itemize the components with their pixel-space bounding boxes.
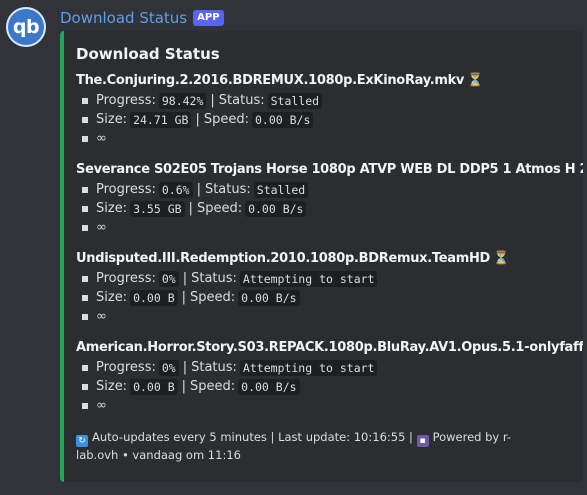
- size-value: 0.00 B: [130, 289, 178, 306]
- eta-value: ∞: [96, 131, 107, 146]
- status-label: Status:: [218, 93, 265, 108]
- separator: |: [196, 182, 201, 197]
- torrent-item: Severance S02E05 Trojans Horse 1080p ATV…: [76, 162, 583, 237]
- status-label: Status:: [191, 271, 237, 286]
- hourglass-icon: ⏳: [467, 73, 483, 88]
- bullet-icon: [82, 364, 88, 371]
- separator: |: [182, 360, 188, 375]
- torrent-name-row: The.Conjuring.2.2016.BDREMUX.1080p.ExKin…: [76, 73, 571, 88]
- progress-value: 0%: [158, 359, 179, 376]
- bullet-icon: [82, 205, 88, 212]
- size-label: Size:: [96, 201, 128, 216]
- progress-status-row: Progress: 0% | Status: Attempting to sta…: [76, 269, 571, 288]
- bullet-icon: [82, 97, 88, 104]
- hourglass-icon: ⏳: [493, 251, 509, 266]
- bullet-icon: [82, 135, 88, 142]
- progress-label: Progress:: [96, 360, 156, 375]
- torrent-name: Severance S02E05 Trojans Horse 1080p ATV…: [76, 162, 583, 177]
- status-label: Status:: [191, 360, 237, 375]
- bot-username[interactable]: Download Status: [60, 9, 187, 27]
- embed-title: Download Status: [76, 45, 220, 63]
- status-value: Attempting to start: [239, 270, 378, 287]
- bullet-icon: [82, 186, 88, 193]
- size-speed-row: Size: 0.00 B | Speed: 0.00 B/s: [76, 288, 571, 307]
- message-header: Download Status APP: [60, 7, 224, 29]
- torrent-name-row: American.Horror.Story.S03.REPACK.1080p.B…: [76, 340, 583, 355]
- progress-value: 0.6%: [158, 181, 193, 198]
- eta-row: ∞: [76, 218, 571, 237]
- eta-row: ∞: [76, 129, 571, 148]
- torrent-item: The.Conjuring.2.2016.BDREMUX.1080p.ExKin…: [76, 73, 571, 148]
- speed-label: Speed:: [203, 112, 249, 127]
- eta-value: ∞: [96, 398, 107, 413]
- bullet-icon: [82, 294, 88, 301]
- eta-row: ∞: [76, 396, 571, 415]
- separator: |: [181, 379, 187, 394]
- refresh-icon: ↻: [76, 435, 88, 447]
- status-value: Attempting to start: [239, 359, 378, 376]
- embed-footer: ↻ Auto-updates every 5 minutes | Last upd…: [76, 429, 546, 464]
- torrent-item: American.Horror.Story.S03.REPACK.1080p.B…: [76, 340, 583, 415]
- speed-label: Speed:: [190, 379, 236, 394]
- torrent-name-row: Severance S02E05 Trojans Horse 1080p ATV…: [76, 162, 583, 177]
- size-label: Size:: [96, 290, 128, 305]
- speed-label: Speed:: [196, 201, 243, 216]
- torrent-name: Undisputed.III.Redemption.2010.1080p.BDR…: [76, 251, 491, 266]
- eta-row: ∞: [76, 307, 571, 326]
- status-embed: Download Status The.Conjuring.2.2016.BDR…: [60, 31, 583, 482]
- bullet-icon: [82, 402, 88, 409]
- size-value: 3.55 GB: [130, 200, 185, 217]
- torrent-name-row: Undisputed.III.Redemption.2010.1080p.BDR…: [76, 251, 571, 266]
- separator: |: [182, 271, 188, 286]
- size-value: 0.00 B: [130, 378, 178, 395]
- size-speed-row: Size: 3.55 GB | Speed: 0.00 B/s: [76, 199, 571, 218]
- torrent-item: Undisputed.III.Redemption.2010.1080p.BDR…: [76, 251, 571, 326]
- size-label: Size:: [96, 112, 128, 127]
- size-speed-row: Size: 24.71 GB | Speed: 0.00 B/s: [76, 110, 571, 129]
- bullet-icon: [82, 383, 88, 390]
- progress-status-row: Progress: 98.42% | Status: Stalled: [76, 91, 571, 110]
- progress-label: Progress:: [96, 93, 156, 108]
- progress-value: 98.42%: [158, 92, 207, 109]
- speed-value: 0.00 B/s: [245, 200, 307, 217]
- torrent-name: The.Conjuring.2.2016.BDREMUX.1080p.ExKin…: [76, 73, 465, 88]
- speed-value: 0.00 B/s: [252, 111, 314, 128]
- eta-value: ∞: [96, 309, 107, 324]
- avatar-text: qb: [12, 16, 40, 38]
- separator: |: [210, 93, 215, 108]
- bullet-icon: [82, 116, 88, 123]
- size-value: 24.71 GB: [130, 111, 192, 128]
- eta-value: ∞: [96, 220, 107, 235]
- progress-status-row: Progress: 0% | Status: Attempting to sta…: [76, 358, 571, 377]
- status-value: Stalled: [267, 92, 323, 109]
- speed-label: Speed:: [190, 290, 236, 305]
- torrent-name: American.Horror.Story.S03.REPACK.1080p.B…: [76, 340, 583, 355]
- progress-label: Progress:: [96, 271, 156, 286]
- separator: |: [181, 290, 187, 305]
- bullet-icon: [82, 224, 88, 231]
- speed-value: 0.00 B/s: [238, 289, 300, 306]
- progress-value: 0%: [158, 270, 179, 287]
- separator: |: [195, 112, 200, 127]
- speed-value: 0.00 B/s: [238, 378, 300, 395]
- bot-avatar[interactable]: qb: [6, 7, 46, 47]
- bullet-icon: [82, 313, 88, 320]
- size-speed-row: Size: 0.00 B | Speed: 0.00 B/s: [76, 377, 571, 396]
- discord-message: qb Download Status APP Download Status T…: [0, 0, 587, 495]
- status-label: Status:: [204, 182, 251, 197]
- app-badge: APP: [193, 10, 224, 26]
- status-value: Stalled: [253, 181, 309, 198]
- size-label: Size:: [96, 379, 128, 394]
- progress-label: Progress:: [96, 182, 156, 197]
- floppy-disk-icon: ▪: [416, 435, 429, 447]
- progress-status-row: Progress: 0.6% | Status: Stalled: [76, 180, 571, 199]
- separator: |: [188, 201, 193, 216]
- bullet-icon: [82, 275, 88, 282]
- footer-auto-updates: Auto-updates every 5 minutes | Last upda…: [92, 430, 413, 444]
